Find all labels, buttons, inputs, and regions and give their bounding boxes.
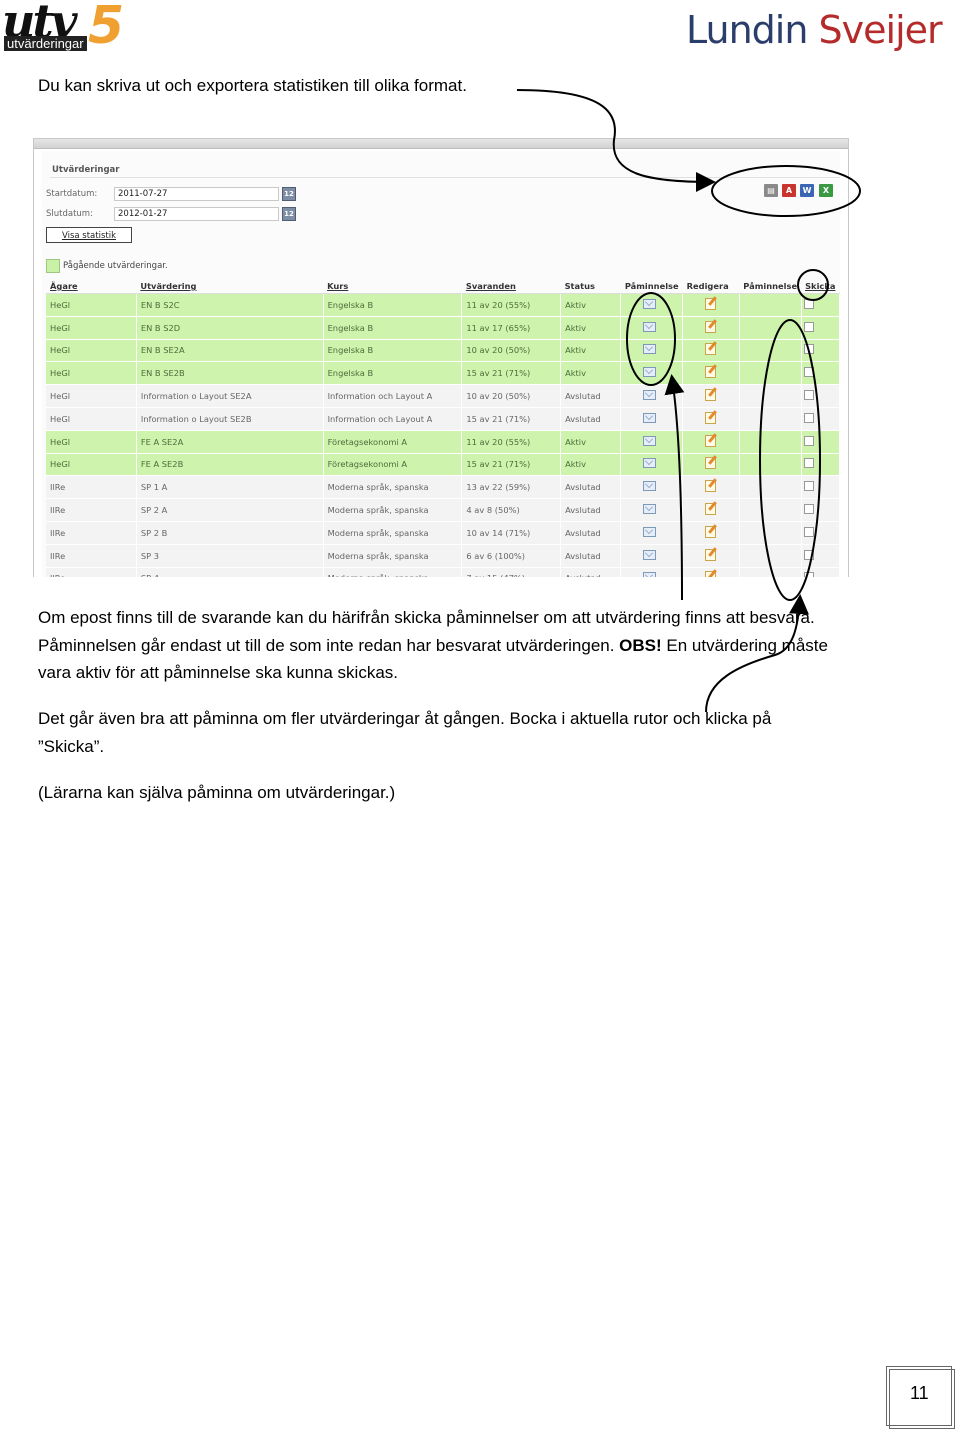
checkbox-highlight-ellipse <box>759 319 821 601</box>
paragraph-reminders: Om epost finns till de svarande kan du h… <box>38 604 838 687</box>
page-number-box: 11 <box>884 1364 955 1429</box>
paragraph-multiple: Det går även bra att påminna om fler utv… <box>38 709 772 756</box>
obs-label: OBS! <box>619 635 662 655</box>
arrow-to-paminnelse <box>664 374 685 601</box>
skicka-highlight-ellipse <box>797 269 829 301</box>
paragraph-teachers: (Lärarna kan själva påminna om utvärderi… <box>38 783 396 802</box>
page-number: 11 <box>910 1383 929 1403</box>
export-highlight-ellipse <box>711 165 861 217</box>
arrow-to-export <box>516 89 716 192</box>
paminnelse-highlight-ellipse <box>626 292 676 386</box>
